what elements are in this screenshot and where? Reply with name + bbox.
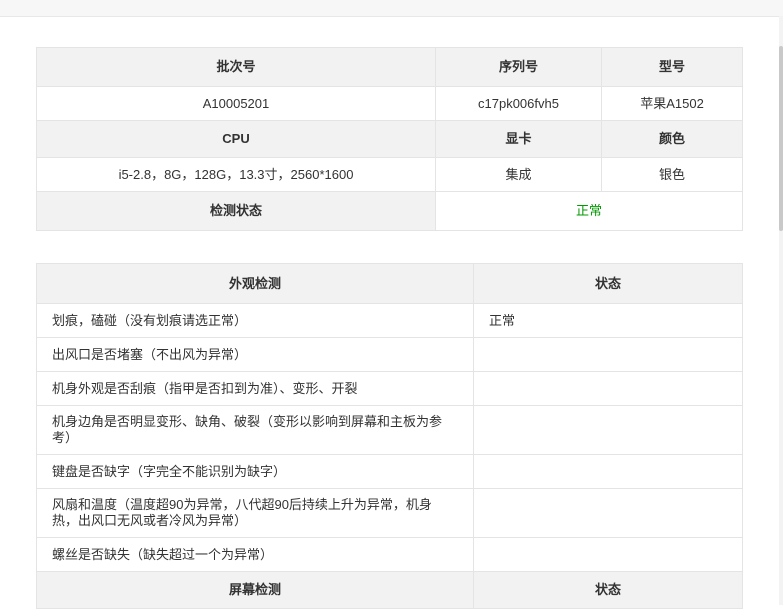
appearance-check-table: 外观检测 状态 划痕，磕碰（没有划痕请选正常） 正常 出风口是否堵塞（不出风为异… (36, 263, 743, 609)
table-row: 机身外观是否刮痕（指甲是否扣到为准）、变形、开裂 (36, 371, 743, 406)
table-row: 螺丝是否缺失（缺失超过一个为异常） (36, 537, 743, 572)
device-info-table: 批次号 序列号 型号 A10005201 c17pk006fvh5 苹果A150… (36, 47, 743, 231)
screen-header-row: 屏幕检测 状态 (36, 571, 743, 609)
check-status[interactable] (473, 454, 743, 489)
gpu-header: 显卡 (435, 120, 602, 158)
spec-value-row: i5-2.8，8G，128G，13.3寸，2560*1600 集成 银色 (36, 157, 743, 192)
color-value: 银色 (601, 157, 743, 192)
screen-status-header: 状态 (473, 571, 743, 609)
check-item: 键盘是否缺字（字完全不能识别为缺字） (36, 454, 474, 489)
appearance-status-header: 状态 (473, 263, 743, 304)
table-row: 划痕，磕碰（没有划痕请选正常） 正常 (36, 303, 743, 338)
table-row: 出风口是否堵塞（不出风为异常） (36, 337, 743, 372)
status-row: 检测状态 正常 (36, 191, 743, 231)
check-item: 机身外观是否刮痕（指甲是否扣到为准）、变形、开裂 (36, 371, 474, 406)
check-status[interactable]: 正常 (473, 303, 743, 338)
info-header-row: 批次号 序列号 型号 (36, 47, 743, 87)
table-row: 机身边角是否明显变形、缺角、破裂（变形以影响到屏幕和主板为参考） (36, 405, 743, 455)
info-value-row: A10005201 c17pk006fvh5 苹果A1502 (36, 86, 743, 121)
appearance-check-header: 外观检测 (36, 263, 474, 304)
model-header: 型号 (601, 47, 743, 87)
appearance-header-row: 外观检测 状态 (36, 263, 743, 304)
color-header: 颜色 (601, 120, 743, 158)
cpu-header: CPU (36, 120, 436, 158)
screen-check-header: 屏幕检测 (36, 571, 474, 609)
check-item: 风扇和温度（温度超90为异常，八代超90后持续上升为异常，机身热，出风口无风或者… (36, 488, 474, 538)
check-status[interactable] (473, 537, 743, 572)
batch-number-header: 批次号 (36, 47, 436, 87)
inspection-status-value: 正常 (435, 191, 743, 231)
check-status[interactable] (473, 405, 743, 455)
check-item: 划痕，磕碰（没有划痕请选正常） (36, 303, 474, 338)
vertical-scrollbar[interactable] (779, 16, 783, 605)
serial-number-header: 序列号 (435, 47, 602, 87)
check-item: 螺丝是否缺失（缺失超过一个为异常） (36, 537, 474, 572)
scrollbar-thumb[interactable] (779, 46, 783, 231)
check-item: 机身边角是否明显变形、缺角、破裂（变形以影响到屏幕和主板为参考） (36, 405, 474, 455)
check-status[interactable] (473, 488, 743, 538)
table-row: 风扇和温度（温度超90为异常，八代超90后持续上升为异常，机身热，出风口无风或者… (36, 488, 743, 538)
inspection-status-label: 检测状态 (36, 191, 436, 231)
check-status[interactable] (473, 371, 743, 406)
model-value: 苹果A1502 (601, 86, 743, 121)
serial-number-value: c17pk006fvh5 (435, 86, 602, 121)
cpu-value: i5-2.8，8G，128G，13.3寸，2560*1600 (36, 157, 436, 192)
batch-number-value: A10005201 (36, 86, 436, 121)
table-row: 键盘是否缺字（字完全不能识别为缺字） (36, 454, 743, 489)
check-item: 出风口是否堵塞（不出风为异常） (36, 337, 474, 372)
browser-top-bar (0, 0, 783, 17)
gpu-value: 集成 (435, 157, 602, 192)
spec-header-row: CPU 显卡 颜色 (36, 120, 743, 158)
check-status[interactable] (473, 337, 743, 372)
